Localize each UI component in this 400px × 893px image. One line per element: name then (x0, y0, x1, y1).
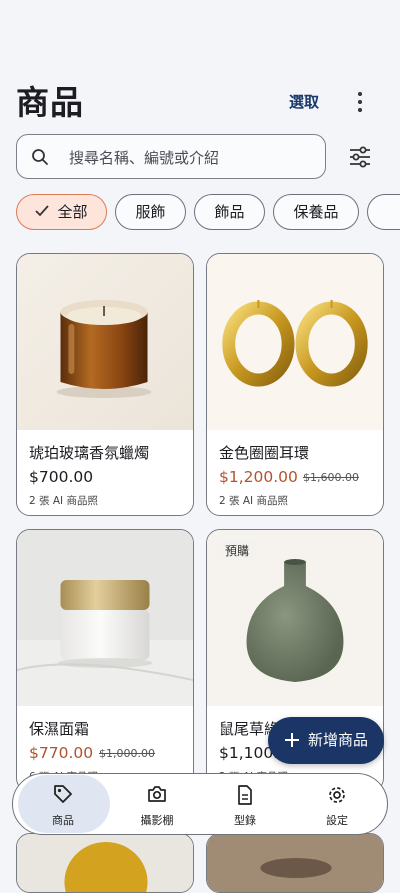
preorder-badge: 預購 (217, 540, 258, 561)
ai-photo-count: 2 張 AI 商品照 (29, 495, 98, 507)
nav-label: 攝影棚 (140, 814, 174, 827)
product-image (207, 834, 383, 892)
search-bar[interactable] (16, 134, 326, 179)
tag-icon (54, 785, 72, 803)
add-product-button[interactable]: 新增商品 (268, 717, 384, 764)
chip-label: 全部 (57, 203, 88, 221)
check-icon (35, 205, 50, 217)
filter-icon[interactable] (348, 146, 372, 168)
search-icon (32, 149, 48, 165)
product-card[interactable] (206, 833, 384, 893)
page-title: 商品 (16, 83, 84, 122)
nav-item-products[interactable]: 商品 (16, 774, 110, 834)
product-name: 保濕面霜 (29, 720, 90, 738)
product-price: $1,200.00 (219, 468, 298, 486)
plus-icon (285, 733, 299, 747)
product-price: $770.00 (29, 744, 94, 762)
product-card[interactable]: 金色圈圈耳環 $1,200.00 $1,600.00 2 張 AI 商品照 (206, 253, 384, 516)
product-image (17, 254, 193, 430)
nav-item-catalog[interactable]: 型錄 (198, 774, 292, 834)
product-image (17, 530, 193, 706)
chip-clothing[interactable]: 服飾 (115, 194, 186, 230)
select-button[interactable]: 選取 (289, 90, 319, 114)
nav-label: 型錄 (234, 814, 256, 827)
original-price: $1,000.00 (99, 747, 155, 760)
search-input[interactable] (67, 144, 321, 172)
chip-label: 飾品 (214, 203, 245, 221)
product-image (17, 834, 193, 892)
chip-more[interactable] (367, 194, 400, 230)
chip-skincare[interactable]: 保養品 (273, 194, 359, 230)
ai-photo-count: 2 張 AI 商品照 (219, 495, 288, 507)
product-name: 琥珀玻璃香氛蠟燭 (29, 444, 150, 462)
document-icon (238, 785, 252, 805)
gear-icon (329, 787, 345, 803)
nav-item-studio[interactable]: 攝影棚 (110, 774, 204, 834)
product-card[interactable] (16, 833, 194, 893)
add-product-label: 新增商品 (308, 731, 369, 749)
more-options-icon[interactable] (348, 89, 372, 115)
category-chips: 全部 服飾 飾品 保養品 (0, 194, 400, 234)
nav-label: 設定 (326, 814, 348, 827)
nav-item-settings[interactable]: 設定 (290, 774, 384, 834)
chip-label: 保養品 (293, 203, 339, 221)
header: 商品 選取 (0, 80, 400, 126)
product-image (207, 254, 383, 430)
camera-icon (148, 786, 166, 802)
product-card[interactable]: 保濕面霜 $770.00 $1,000.00 6 張 AI 商品照 (16, 529, 194, 792)
product-price: $700.00 (29, 468, 94, 486)
chip-all[interactable]: 全部 (16, 194, 107, 230)
product-card[interactable]: 琥珀玻璃香氛蠟燭 $700.00 2 張 AI 商品照 (16, 253, 194, 516)
bottom-nav: 商品 攝影棚 型錄 設定 (12, 773, 388, 835)
chip-accessories[interactable]: 飾品 (194, 194, 265, 230)
chip-label: 服飾 (135, 203, 166, 221)
nav-label: 商品 (52, 814, 74, 827)
original-price: $1,600.00 (303, 471, 359, 484)
product-name: 金色圈圈耳環 (219, 444, 310, 462)
